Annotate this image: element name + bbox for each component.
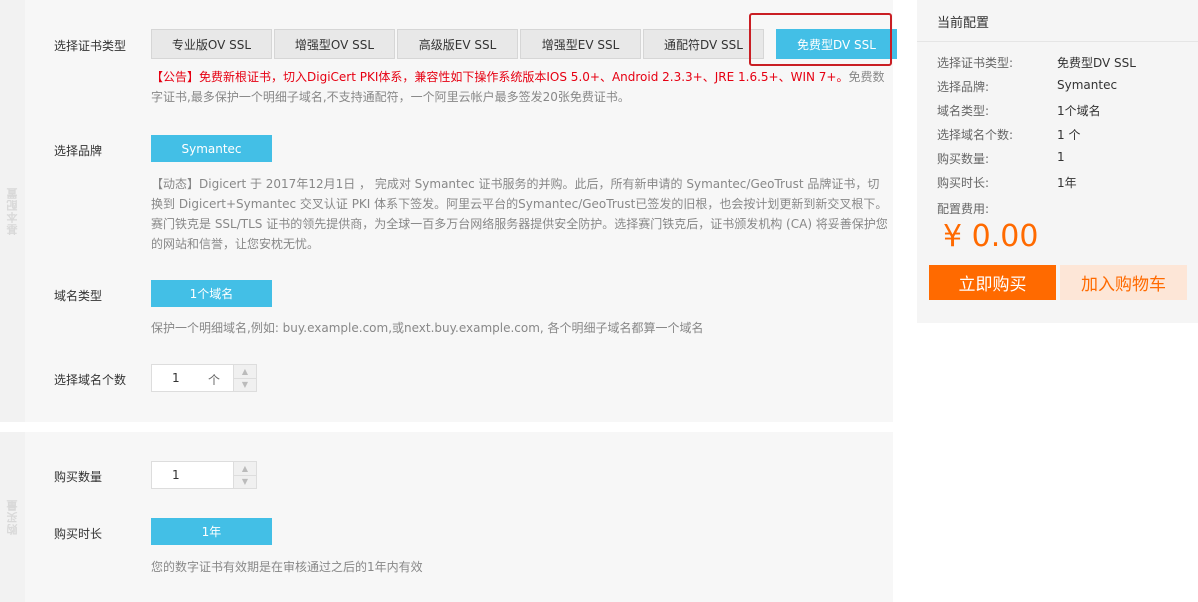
duration-label: 购买时长: [54, 527, 103, 541]
tab-enhanced-ev-ssl[interactable]: 增强型EV SSL: [520, 29, 641, 59]
summary-value-quantity: 1: [1057, 150, 1065, 164]
quantity-input[interactable]: 1: [151, 461, 234, 489]
brand-intro: 赛门铁克是 SSL/TLS 证书的领先提供商，为全球一百多万台网络服务器提供安全…: [151, 217, 888, 251]
summary-label-fee: 配置费用:: [937, 202, 990, 216]
chevron-up-icon[interactable]: ▲: [234, 462, 256, 476]
section-label-purchase-text: 购买量: [5, 499, 19, 535]
domain-count-value: 1: [172, 371, 180, 385]
brand-news: 【动态】Digicert 于 2017年12月1日 ， 完成对 Symantec…: [151, 177, 888, 211]
cert-type-notice: 【公告】免费新根证书，切入DigiCert PKI体系，兼容性如下操作系统版本I…: [151, 67, 886, 107]
quantity-arrows: ▲ ▼: [234, 461, 257, 489]
domain-count-unit: 个: [208, 373, 221, 387]
cert-type-tabs: 专业版OV SSL 增强型OV SSL 高级版EV SSL 增强型EV SSL …: [151, 29, 899, 59]
tab-enhanced-ov-ssl[interactable]: 增强型OV SSL: [274, 29, 395, 59]
duration-1-year-button[interactable]: 1年: [151, 518, 272, 545]
current-config-panel: 当前配置 选择证书类型: 免费型DV SSL 选择品牌: Symantec 域名…: [917, 0, 1198, 323]
domain-count-arrows: ▲ ▼: [234, 364, 257, 392]
brand-label: 选择品牌: [54, 144, 103, 158]
quantity-value: 1: [172, 468, 180, 482]
domain-type-description: 保护一个明细域名,例如: buy.example.com,或next.buy.e…: [151, 321, 704, 335]
notice-announcement: 【公告】免费新根证书，切入DigiCert PKI体系，兼容性如下操作系统版本I…: [151, 70, 849, 84]
purchase-section: 购买数量 1 ▲ ▼ 购买时长 1年 您的数字证书有效期是在审核通过之后的1年内…: [25, 432, 893, 602]
domain-count-stepper: 1 个 ▲ ▼: [151, 364, 257, 392]
section-label-purchase: 购买量: [0, 432, 25, 602]
tab-pro-ov-ssl[interactable]: 专业版OV SSL: [151, 29, 272, 59]
summary-label-cert-type: 选择证书类型:: [937, 56, 1014, 70]
brand-symantec-button[interactable]: Symantec: [151, 135, 272, 162]
summary-label-quantity: 购买数量:: [937, 152, 990, 166]
section-label-basic-config: 基本配置: [0, 0, 25, 422]
summary-label-duration: 购买时长:: [937, 176, 990, 190]
summary-value-domain-count: 1 个: [1057, 128, 1081, 142]
summary-label-domain-count: 选择域名个数:: [937, 128, 1014, 142]
summary-value-cert-type: 免费型DV SSL: [1057, 56, 1136, 70]
summary-value-brand: Symantec: [1057, 78, 1118, 92]
add-to-cart-button[interactable]: 加入购物车: [1060, 265, 1187, 300]
section-label-basic-config-text: 基本配置: [5, 187, 19, 235]
tab-advanced-ev-ssl[interactable]: 高级版EV SSL: [397, 29, 518, 59]
tab-free-dv-ssl[interactable]: 免费型DV SSL: [776, 29, 897, 59]
summary-label-domain-type: 域名类型:: [937, 104, 990, 118]
summary-label-brand: 选择品牌:: [937, 80, 990, 94]
summary-value-duration: 1年: [1057, 176, 1077, 190]
buy-now-button[interactable]: 立即购买: [929, 265, 1056, 300]
summary-value-domain-type: 1个域名: [1057, 104, 1101, 118]
summary-title: 当前配置: [937, 16, 990, 31]
chevron-up-icon[interactable]: ▲: [234, 365, 256, 379]
config-price: ¥ 0.00: [943, 219, 1039, 254]
brand-description: 【动态】Digicert 于 2017年12月1日 ， 完成对 Symantec…: [151, 174, 891, 254]
quantity-label: 购买数量: [54, 470, 103, 484]
quantity-stepper: 1 ▲ ▼: [151, 461, 257, 489]
domain-type-label: 域名类型: [54, 289, 103, 303]
basic-config-section: 选择证书类型 专业版OV SSL 增强型OV SSL 高级版EV SSL 增强型…: [25, 0, 897, 422]
duration-description: 您的数字证书有效期是在审核通过之后的1年内有效: [151, 560, 423, 574]
domain-type-single-button[interactable]: 1个域名: [151, 280, 272, 307]
chevron-down-icon[interactable]: ▼: [234, 379, 256, 392]
chevron-down-icon[interactable]: ▼: [234, 476, 256, 489]
cert-type-label: 选择证书类型: [54, 39, 127, 53]
summary-divider: [917, 41, 1198, 42]
tab-wildcard-dv-ssl[interactable]: 通配符DV SSL: [643, 29, 764, 59]
domain-count-label: 选择域名个数: [54, 373, 127, 387]
domain-count-input[interactable]: 1 个: [151, 364, 234, 392]
